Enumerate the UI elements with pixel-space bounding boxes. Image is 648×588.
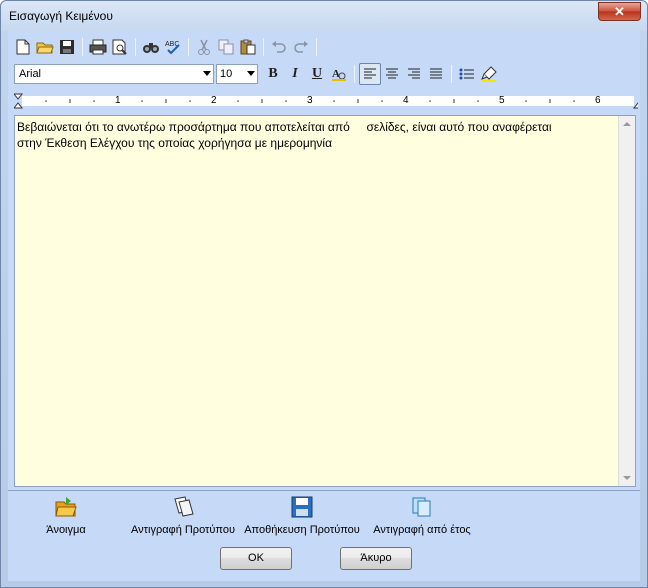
format-toolbar: Arial 10 B I U A [12, 61, 500, 87]
font-family-select[interactable]: Arial [14, 64, 214, 84]
align-right-icon [408, 68, 420, 79]
align-left-button[interactable] [359, 63, 381, 85]
scroll-up-icon[interactable] [623, 122, 631, 126]
redo-icon[interactable] [290, 36, 312, 58]
highlight-button[interactable] [478, 63, 500, 85]
ruler-graphic [14, 93, 638, 109]
toolbar-separator [316, 38, 317, 56]
italic-button[interactable]: I [284, 63, 306, 85]
ruler-label: 6 [595, 95, 601, 106]
ruler[interactable]: 1 2 3 4 5 6 [14, 92, 638, 110]
copy-icon[interactable] [215, 36, 237, 58]
justify-icon [430, 68, 442, 79]
highlighter-icon [481, 66, 497, 82]
right-indent-marker [632, 102, 638, 109]
toolbar-separator [354, 65, 355, 83]
svg-text:A: A [332, 68, 340, 80]
new-document-icon[interactable] [12, 36, 34, 58]
ruler-tick [381, 100, 383, 102]
ruler-tick [525, 100, 527, 102]
vertical-scrollbar[interactable] [618, 116, 635, 486]
find-icon[interactable] [140, 36, 162, 58]
ruler-label: 5 [499, 95, 505, 106]
align-center-button[interactable] [381, 63, 403, 85]
ruler-label: 3 [307, 95, 313, 106]
copy-from-year-icon [412, 497, 431, 517]
open-action-label: Άνοιγμα [46, 524, 86, 536]
open-action[interactable]: Άνοιγμα [36, 495, 96, 536]
align-left-icon [364, 68, 376, 79]
editor-content[interactable]: Βεβαιώνεται ότι το ανωτέρω προσάρτημα πο… [17, 119, 617, 151]
ruler-tick [285, 100, 287, 102]
ruler-tick [45, 100, 47, 102]
toolbar-separator [451, 65, 452, 83]
ruler-tick [429, 100, 431, 102]
section-divider [8, 490, 640, 491]
cancel-button[interactable]: Άκυρο [340, 547, 412, 570]
ruler-label: 1 [115, 95, 121, 106]
toolbar-separator [135, 38, 136, 56]
save-icon[interactable] [56, 36, 78, 58]
ruler-tick [573, 100, 575, 102]
chevron-down-icon [203, 71, 211, 76]
font-size-select[interactable]: 10 [216, 64, 258, 84]
font-color-icon[interactable]: A [328, 63, 350, 85]
copy-template-label: Αντιγραφή Προτύπου [131, 524, 235, 536]
first-line-indent-marker [14, 93, 24, 100]
text-editor[interactable]: Βεβαιώνεται ότι το ανωτέρω προσάρτημα πο… [14, 115, 636, 487]
close-icon: ✕ [614, 4, 625, 19]
toolbar-separator [263, 38, 264, 56]
copy-from-year-action[interactable]: Αντιγραφή από έτος [368, 495, 476, 536]
open-folder-icon[interactable] [34, 36, 56, 58]
window-title: Εισαγωγή Κειμένου [9, 9, 113, 23]
paste-icon[interactable] [237, 36, 259, 58]
left-indent-marker [14, 102, 24, 109]
bullet-list-button[interactable] [456, 63, 478, 85]
justify-button[interactable] [425, 63, 447, 85]
copy-template-action[interactable]: Αντιγραφή Προτύπου [128, 495, 238, 536]
align-right-button[interactable] [403, 63, 425, 85]
ruler-tick [141, 100, 143, 102]
ruler-tick [93, 100, 95, 102]
save-template-label: Αποθήκευση Προτύπου [244, 524, 360, 536]
ruler-label: 4 [403, 95, 409, 106]
align-center-icon [386, 68, 398, 79]
scroll-down-icon[interactable] [623, 476, 631, 480]
dialog-window: Εισαγωγή Κειμένου ✕ ABC Arial 10 B I U A… [0, 0, 648, 588]
copy-from-year-label: Αντιγραφή από έτος [373, 524, 471, 536]
ruler-label: 2 [211, 95, 217, 106]
underline-button[interactable]: U [306, 63, 328, 85]
dialog-client-area: ABC Arial 10 B I U A 1 2 3 4 5 6 Βεβαιών… [8, 31, 640, 581]
print-icon[interactable] [87, 36, 109, 58]
cut-icon[interactable] [193, 36, 215, 58]
ruler-tick [237, 100, 239, 102]
ruler-tick [189, 100, 191, 102]
standard-toolbar: ABC [12, 34, 321, 60]
title-bar[interactable]: Εισαγωγή Κειμένου ✕ [1, 1, 647, 31]
toolbar-separator [82, 38, 83, 56]
ok-button[interactable]: OK [220, 547, 292, 570]
copy-template-icon [174, 496, 194, 517]
chevron-down-icon [247, 71, 255, 76]
font-size-value: 10 [220, 68, 233, 80]
close-button[interactable]: ✕ [598, 2, 641, 21]
undo-icon[interactable] [268, 36, 290, 58]
save-template-action[interactable]: Αποθήκευση Προτύπου [242, 495, 362, 536]
open-folder-icon [55, 497, 77, 517]
print-preview-icon[interactable] [109, 36, 131, 58]
bold-button[interactable]: B [262, 63, 284, 85]
save-template-icon [291, 496, 313, 518]
spellcheck-icon[interactable]: ABC [162, 36, 184, 58]
ruler-tick [477, 100, 479, 102]
bullet-list-icon [459, 68, 474, 80]
font-family-value: Arial [19, 68, 42, 80]
ruler-tick [333, 100, 335, 102]
toolbar-separator [188, 38, 189, 56]
